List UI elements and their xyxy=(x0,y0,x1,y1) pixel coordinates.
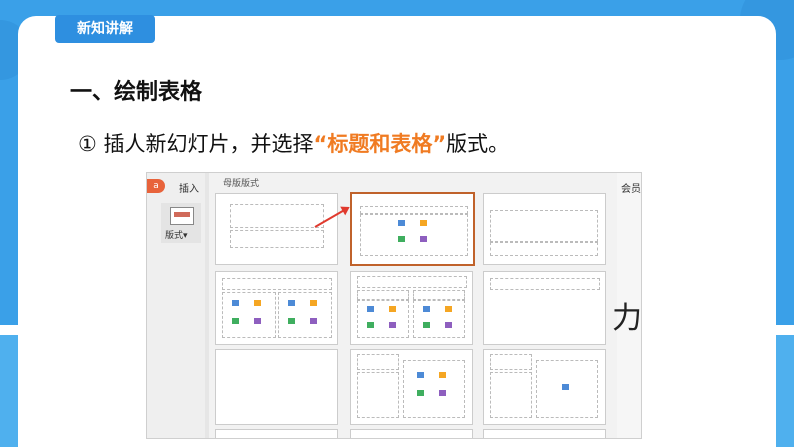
layout-thumb-more[interactable] xyxy=(215,429,338,438)
table-icon xyxy=(288,318,295,324)
instruction-prefix: 插人新幻灯片，并选择 xyxy=(96,132,314,156)
member-label[interactable]: 会员 xyxy=(621,180,641,195)
table-icon xyxy=(423,322,430,328)
partial-text-glyph: 力 xyxy=(612,301,642,336)
table-icon xyxy=(417,390,424,396)
layout-button-label: 版式▾ xyxy=(165,231,188,241)
layout-thumb-title-table[interactable] xyxy=(350,192,475,266)
picture-icon xyxy=(367,306,374,312)
layout-thumb-title-only[interactable] xyxy=(483,271,606,345)
ppt-screenshot: a 插入 版式▾ 会员 母版版式 xyxy=(146,172,642,439)
tab-insert[interactable]: 插入 xyxy=(179,180,199,195)
layout-thumb-content-caption[interactable] xyxy=(350,349,473,425)
table-icon xyxy=(367,322,374,328)
chart-icon xyxy=(445,306,452,312)
video-icon xyxy=(445,322,452,328)
table-icon xyxy=(232,318,239,324)
layout-thumb-picture-caption[interactable] xyxy=(483,349,606,425)
layout-thumb-title[interactable] xyxy=(215,193,338,265)
instruction-highlight: “标题和表格” xyxy=(313,132,447,156)
layout-thumb-more[interactable] xyxy=(483,429,606,438)
step-number: ① xyxy=(78,132,97,156)
app-badge: a xyxy=(147,179,165,193)
layout-thumb-comparison[interactable] xyxy=(350,271,473,345)
chart-icon xyxy=(420,220,427,226)
layout-thumb-blank[interactable] xyxy=(215,349,338,425)
video-icon xyxy=(389,322,396,328)
section-tag: 新知讲解 xyxy=(55,15,155,43)
video-icon xyxy=(439,390,446,396)
video-icon xyxy=(254,318,261,324)
chart-icon xyxy=(310,300,317,306)
picture-icon xyxy=(417,372,424,378)
page-title: 一、绘制表格 xyxy=(70,80,203,105)
picture-icon xyxy=(562,384,569,390)
picture-icon xyxy=(398,220,405,226)
instruction-suffix: 版式。 xyxy=(446,132,510,156)
table-icon xyxy=(398,236,405,242)
picture-icon xyxy=(232,300,239,306)
layout-icon xyxy=(170,207,194,225)
chart-icon xyxy=(389,306,396,312)
video-icon xyxy=(310,318,317,324)
layout-button[interactable]: 版式▾ xyxy=(161,203,201,243)
layout-thumb-more[interactable] xyxy=(350,429,473,438)
layout-thumb-two-content[interactable] xyxy=(215,271,338,345)
chart-icon xyxy=(439,372,446,378)
panel-title: 母版版式 xyxy=(223,179,260,189)
video-icon xyxy=(420,236,427,242)
instruction-text: ① 插人新幻灯片，并选择“标题和表格”版式。 xyxy=(78,128,509,158)
picture-icon xyxy=(288,300,295,306)
picture-icon xyxy=(423,306,430,312)
chart-icon xyxy=(254,300,261,306)
layout-thumb-section[interactable] xyxy=(483,193,606,265)
